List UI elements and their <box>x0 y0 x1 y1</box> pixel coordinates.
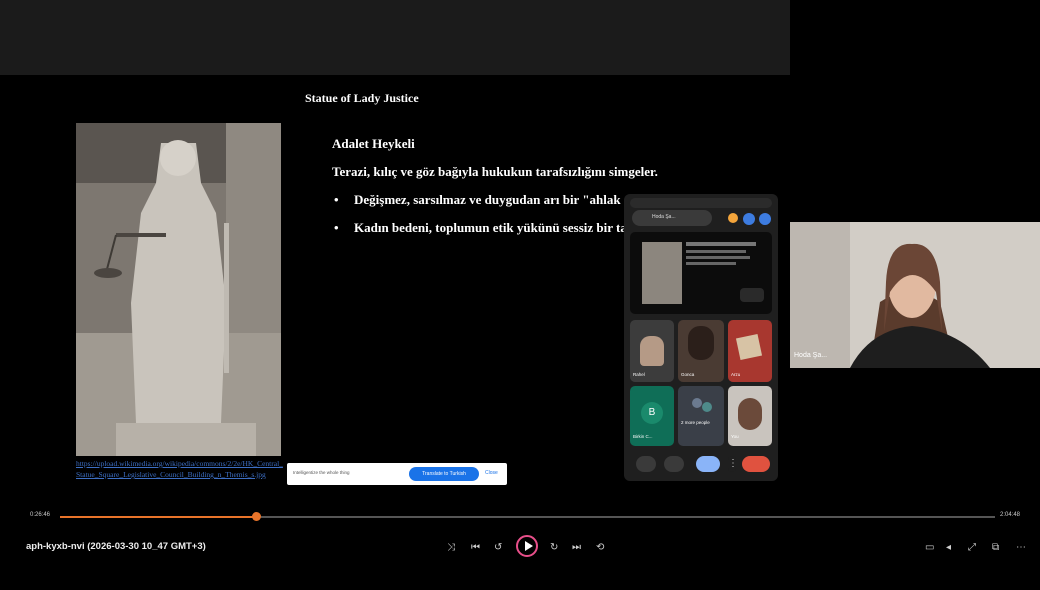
participant-tile[interactable]: 2 more people <box>678 386 724 446</box>
present-screen-icon[interactable] <box>696 456 720 472</box>
more-icon[interactable]: ⋯ <box>1016 542 1026 553</box>
camera-toggle-icon[interactable] <box>664 456 684 472</box>
meet-name-chip[interactable]: Hoda Şa... <box>632 210 712 226</box>
file-title: aph-kyxb-nvi (2026-03-30 10_47 GMT+3) <box>26 541 206 552</box>
shuffle-icon[interactable]: ⤨ <box>447 542 455 553</box>
lady-justice-statue-icon <box>76 123 281 456</box>
meet-self-name: Hoda Şa... <box>652 214 676 220</box>
participant-name: Gonca <box>681 372 695 377</box>
previous-icon[interactable]: ⏮ <box>471 542 480 553</box>
right-area <box>788 75 1040 222</box>
participant-name: You <box>731 434 739 439</box>
volume-icon[interactable]: ◂ <box>946 542 951 553</box>
participant-name: 2 more people <box>681 420 710 425</box>
fullscreen-icon[interactable]: ⤢ <box>968 542 976 553</box>
translate-bar: Intelligentize the whole thing Translate… <box>287 463 507 485</box>
slide-title: Statue of Lady Justice <box>305 91 419 105</box>
current-time: 0:26:46 <box>30 512 51 518</box>
progress-fill <box>60 516 257 518</box>
translate-text: Intelligentize the whole thing <box>293 470 350 475</box>
mic-icon[interactable] <box>743 213 755 225</box>
repeat-icon[interactable]: ⟲ <box>596 542 604 553</box>
avatar <box>702 402 712 412</box>
self-view-video: Hoda Şa... <box>790 222 1040 368</box>
participant-tile[interactable]: Arzu <box>728 320 772 382</box>
participant-name: Arzu <box>731 372 741 377</box>
subtitles-icon[interactable]: ▭ <box>925 542 934 553</box>
next-icon[interactable]: ⏭ <box>572 542 581 553</box>
self-name-label: Hoda Şa... <box>794 352 828 359</box>
translate-button[interactable]: Translate to Turkish <box>409 467 479 481</box>
mini-player-icon[interactable]: ⧉ <box>992 542 999 553</box>
slide-heading: Adalet Heykeli <box>332 136 415 151</box>
rewind-icon[interactable]: ↺ <box>494 542 502 553</box>
play-button[interactable] <box>516 535 538 557</box>
more-options-icon[interactable]: ⋮ <box>728 456 736 472</box>
avatar <box>692 398 702 408</box>
avatar: B <box>641 402 663 424</box>
participant-tile[interactable]: Rahel <box>630 320 674 382</box>
participant-tile[interactable]: B Birkin C... <box>630 386 674 446</box>
participant-tile[interactable]: You <box>728 386 772 446</box>
total-time: 2:04:48 <box>1000 512 1021 518</box>
person-icon <box>790 222 1040 368</box>
participant-name: Birkin C... <box>633 434 653 439</box>
image-source-link[interactable]: https://upload.wikimedia.org/wikipedia/c… <box>76 458 286 480</box>
hand-icon[interactable] <box>728 213 738 223</box>
statue-image <box>76 123 281 456</box>
top-bar-right <box>790 0 1040 75</box>
camera-icon[interactable] <box>759 213 771 225</box>
slide-intro: Terazi, kılıç ve göz bağıyla hukukun tar… <box>332 164 658 179</box>
meet-panel: Hoda Şa... Rahel Gonca Arzu B Birkin C..… <box>624 194 778 481</box>
translate-close-button[interactable]: Close <box>485 470 498 476</box>
leave-call-icon[interactable] <box>742 456 770 472</box>
meet-panel-header <box>630 198 772 208</box>
participant-name: Rahel <box>633 372 645 377</box>
forward-icon[interactable]: ↻ <box>550 542 558 553</box>
meet-screen-share <box>630 232 772 314</box>
mic-toggle-icon[interactable] <box>636 456 656 472</box>
participant-tile[interactable]: Gonca <box>678 320 724 382</box>
